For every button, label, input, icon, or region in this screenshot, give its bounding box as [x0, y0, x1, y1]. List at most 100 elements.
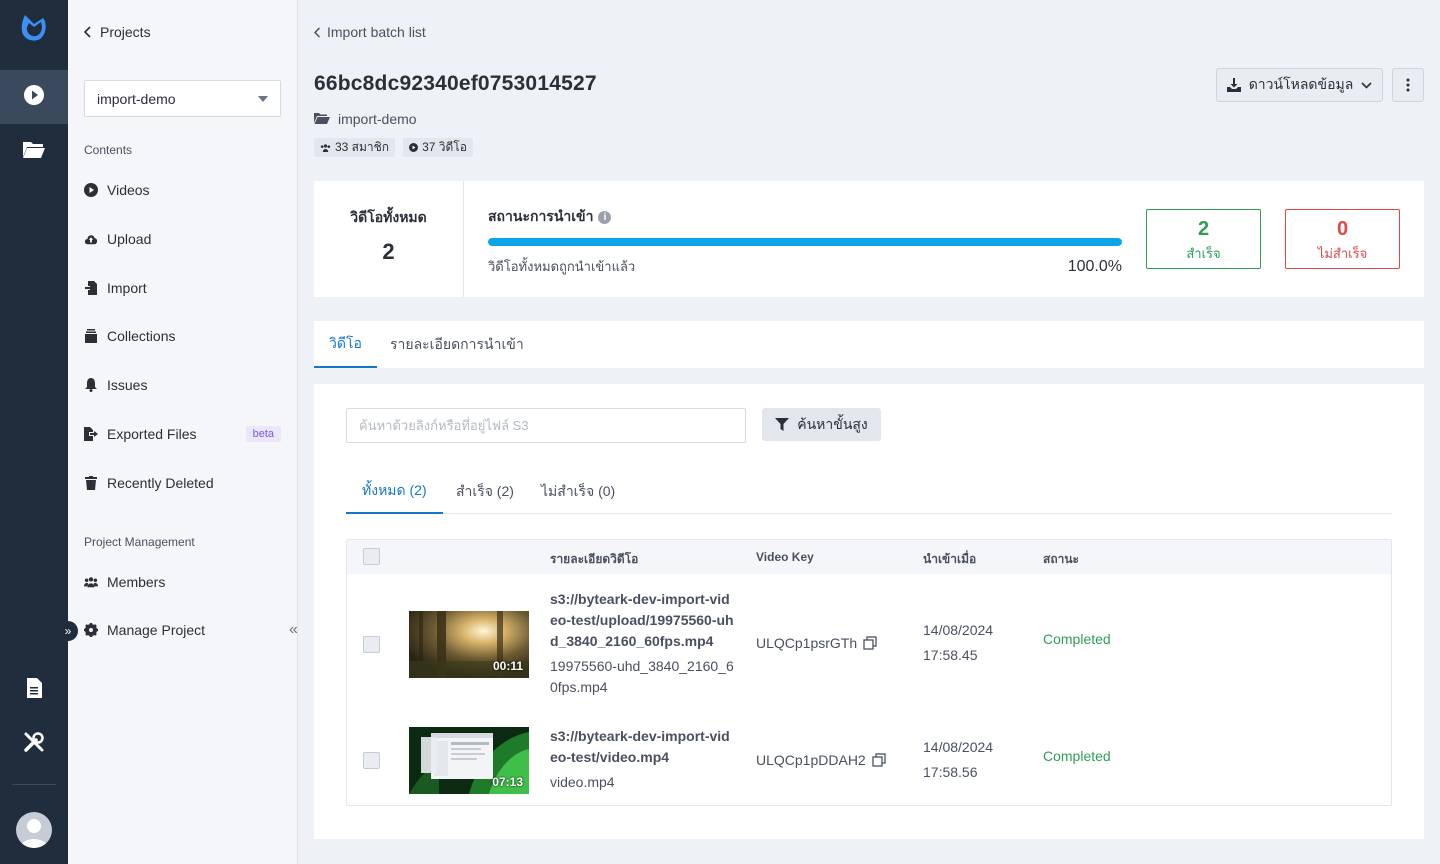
- play-icon: [23, 84, 45, 111]
- filter-icon: [775, 418, 790, 431]
- row-checkbox[interactable]: [363, 636, 380, 653]
- table-header: รายละเอียดวิดีโอ Video Key นำเข้าเมื่อ ส…: [347, 540, 1391, 574]
- project-select[interactable]: import-demo: [84, 80, 281, 117]
- videos-table: รายละเอียดวิดีโอ Video Key นำเข้าเมื่อ ส…: [346, 539, 1392, 806]
- sidebar-item-label: Videos: [107, 182, 150, 198]
- select-all-checkbox[interactable]: [363, 548, 380, 565]
- main-tabs: วิดีโอ รายละเอียดการนำเข้า: [314, 321, 1424, 368]
- projects-back-label: Projects: [100, 24, 151, 40]
- more-options-button[interactable]: [1392, 68, 1424, 102]
- layers-icon: [84, 329, 98, 343]
- users-icon: [84, 575, 98, 589]
- imported-date: 14/08/2024: [923, 739, 994, 755]
- fail-label: ไม่สำเร็จ: [1317, 246, 1368, 261]
- row-checkbox[interactable]: [363, 752, 380, 769]
- sidebar-item-label: Import: [107, 280, 147, 296]
- trash-icon: [84, 476, 98, 490]
- cloud-upload-icon: [84, 232, 98, 246]
- rail-docs[interactable]: [0, 663, 68, 717]
- rail-tools[interactable]: [0, 717, 68, 771]
- download-icon: [1226, 78, 1241, 92]
- sidebar-item-label: Members: [107, 574, 166, 590]
- sidebar-item-recently-deleted[interactable]: Recently Deleted: [84, 471, 281, 495]
- sidebar-item-exported-files[interactable]: Exported Files beta: [84, 422, 281, 446]
- expand-rail-icon[interactable]: »: [58, 621, 78, 641]
- fail-count: 0: [1336, 218, 1349, 240]
- import-status-label: สถานะการนำเข้า i: [488, 206, 612, 228]
- file-import-icon: [84, 281, 98, 295]
- info-icon[interactable]: i: [598, 210, 612, 224]
- import-status-text: สถานะการนำเข้า: [488, 208, 594, 224]
- sidebar-item-label: Manage Project: [107, 622, 206, 638]
- folder-icon: [22, 139, 46, 164]
- subtab-fail[interactable]: ไม่สำเร็จ (0): [541, 470, 615, 514]
- gear-icon: [84, 623, 98, 637]
- users-icon: [320, 143, 331, 152]
- kebab-menu-icon: [1406, 78, 1410, 92]
- video-key-value: ULQCp1pDDAH2: [756, 752, 866, 768]
- document-icon: [25, 677, 43, 704]
- table-row: 07:13 s3://byteark-dev-import-video-test…: [347, 714, 1391, 806]
- sidebar-item-videos[interactable]: Videos: [84, 178, 281, 202]
- total-videos-stat: วิดีโอทั้งหมด 2: [314, 181, 464, 297]
- imported-date: 14/08/2024: [923, 622, 994, 638]
- video-s3-path[interactable]: s3://byteark-dev-import-video-test/uploa…: [550, 589, 735, 652]
- video-thumbnail[interactable]: 00:11: [409, 611, 529, 678]
- chevron-left-icon: [314, 26, 321, 38]
- success-count-box: 2 สำเร็จ: [1146, 209, 1261, 269]
- video-s3-path[interactable]: s3://byteark-dev-import-video-test/video…: [550, 726, 735, 768]
- sidebar: Projects import-demo Contents Videos Upl…: [68, 0, 298, 864]
- beta-badge: beta: [245, 426, 281, 442]
- tools-icon: [23, 731, 45, 758]
- logo-icon[interactable]: [17, 10, 51, 44]
- col-status: สถานะ: [1043, 552, 1079, 566]
- sidebar-item-label: Recently Deleted: [107, 475, 214, 491]
- search-input[interactable]: [346, 408, 746, 443]
- subtab-success[interactable]: สำเร็จ (2): [456, 470, 514, 514]
- fail-count-box: 0 ไม่สำเร็จ: [1285, 209, 1400, 269]
- success-count: 2: [1197, 218, 1210, 240]
- status-badge: Completed: [1043, 748, 1111, 764]
- play-circle-icon: [409, 143, 419, 152]
- sidebar-item-label: Exported Files: [107, 426, 197, 442]
- tab-videos[interactable]: วิดีโอ: [314, 321, 377, 368]
- import-progress-percent: 100.0%: [1067, 258, 1122, 275]
- total-videos-label: วิดีโอทั้งหมด: [350, 209, 427, 225]
- sidebar-item-members[interactable]: Members: [84, 570, 281, 594]
- copy-icon[interactable]: [863, 636, 877, 650]
- videos-count: 37 วิดีโอ: [422, 140, 467, 154]
- project-name: import-demo: [338, 111, 417, 127]
- imported-at: 14/08/2024 17:58.56: [923, 735, 993, 785]
- col-video-details: รายละเอียดวิดีโอ: [550, 552, 639, 566]
- sidebar-item-upload[interactable]: Upload: [84, 227, 281, 251]
- chevron-left-icon: [84, 26, 91, 38]
- video-duration: 07:13: [492, 775, 523, 789]
- projects-back-link[interactable]: Projects: [84, 24, 151, 40]
- sidebar-item-label: Issues: [107, 377, 148, 393]
- page-title: 66bc8dc92340ef0753014527: [314, 72, 597, 95]
- members-count: 33 สมาชิก: [335, 140, 390, 154]
- import-progress-bar: [488, 238, 1122, 246]
- collapse-sidebar-icon[interactable]: «: [289, 622, 305, 638]
- advanced-search-button[interactable]: ค้นหาขั้นสูง: [762, 408, 881, 441]
- sidebar-item-manage-project[interactable]: Manage Project: [84, 618, 281, 642]
- sidebar-item-collections[interactable]: Collections: [84, 324, 281, 348]
- import-batch-back-link[interactable]: Import batch list: [314, 24, 426, 40]
- download-data-button[interactable]: ดาวน์โหลดข้อมูล: [1216, 68, 1383, 102]
- video-key: ULQCp1psrGTh: [756, 635, 877, 651]
- rail-videos[interactable]: [0, 70, 68, 124]
- rail-projects[interactable]: [0, 124, 68, 178]
- file-export-icon: [84, 427, 98, 441]
- project-line: import-demo: [314, 111, 417, 127]
- video-thumbnail[interactable]: 07:13: [409, 727, 529, 794]
- sidebar-item-import[interactable]: Import: [84, 276, 281, 300]
- rail-divider: [12, 784, 56, 785]
- sidebar-item-issues[interactable]: Issues: [84, 373, 281, 397]
- subtab-all[interactable]: ทั้งหมด (2): [346, 470, 443, 514]
- video-filename: 19975560-uhd_3840_2160_60fps.mp4: [550, 658, 734, 695]
- imported-time: 17:58.45: [923, 647, 978, 663]
- copy-icon[interactable]: [872, 753, 886, 767]
- import-stats-card: วิดีโอทั้งหมด 2 สถานะการนำเข้า i วิดีโอท…: [314, 181, 1424, 297]
- avatar-icon[interactable]: [16, 812, 52, 848]
- tab-import-details[interactable]: รายละเอียดการนำเข้า: [390, 321, 524, 368]
